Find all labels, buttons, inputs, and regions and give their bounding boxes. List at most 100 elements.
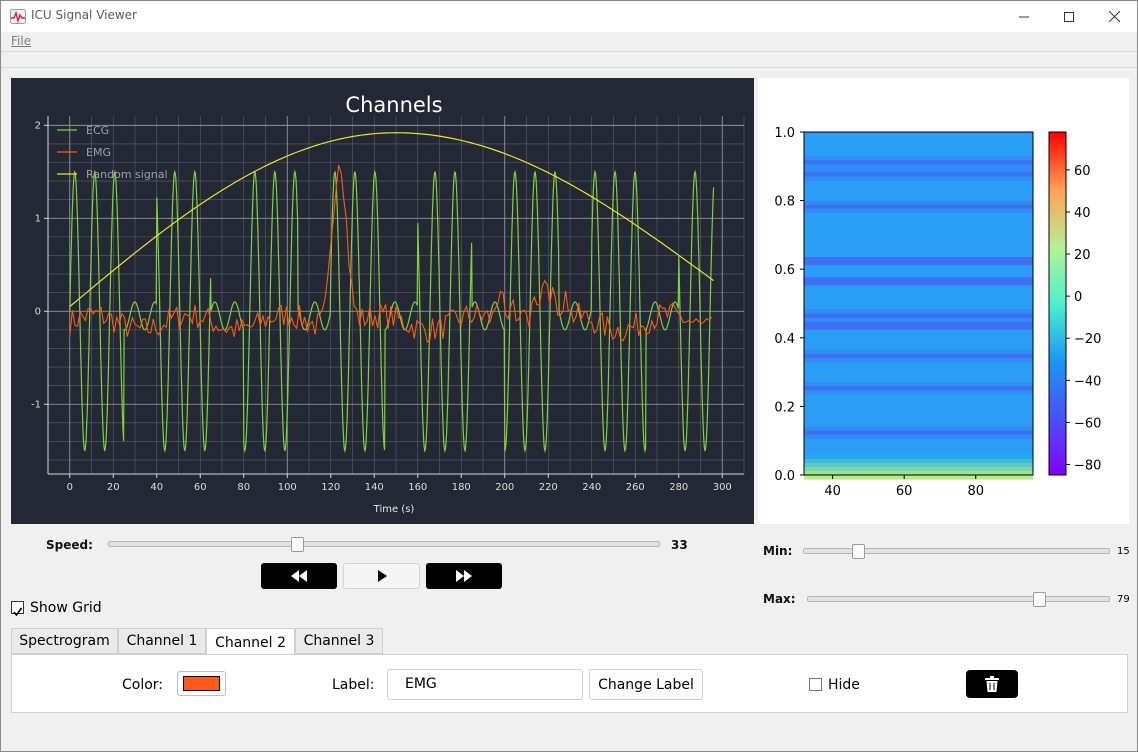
menu-file[interactable]: File (11, 34, 31, 48)
spectrogram-row (804, 321, 1033, 327)
spectrogram-row (804, 394, 1033, 399)
x-tick-label: 300 (713, 482, 732, 493)
speed-slider-fill (109, 542, 296, 546)
menu-bar: File (1, 32, 1137, 51)
speed-slider-handle[interactable] (291, 537, 305, 552)
spectrogram-row (804, 454, 1033, 460)
spectrogram-row (804, 224, 1033, 230)
x-tick-label: 260 (626, 482, 645, 493)
spectrogram-row (804, 434, 1033, 440)
hide-checkbox[interactable] (809, 678, 822, 691)
spectrogram-row (804, 374, 1033, 379)
spectrogram-y-tick-label: 1.0 (774, 126, 795, 141)
x-tick-label: 0 (67, 482, 73, 493)
show-grid-label: Show Grid (30, 600, 102, 616)
legend-label: ECG (86, 124, 109, 137)
spectrogram-row (804, 156, 1033, 161)
min-slider-handle[interactable] (852, 544, 866, 559)
y-tick-label: 1 (35, 213, 41, 224)
x-tick-label: 280 (669, 482, 688, 493)
spectrogram-row (804, 152, 1033, 157)
channels-plot-svg: Channels 0 20 40 60 80 100 120 140 160 180 200 220 2… (31, 93, 745, 515)
spectrogram-row (804, 200, 1033, 206)
tab-channel-1[interactable]: Channel 1 (118, 628, 206, 654)
color-picker-button[interactable] (177, 671, 226, 696)
x-tick-label: 100 (278, 482, 297, 493)
spectrogram-row (804, 458, 1033, 464)
spectrogram-row (804, 390, 1033, 395)
play-button[interactable] (343, 563, 420, 589)
speed-slider[interactable] (108, 541, 660, 547)
minimize-button[interactable] (1001, 1, 1047, 32)
spectrogram-row (804, 204, 1033, 210)
legend-label: EMG (86, 146, 111, 159)
max-label: Max: (763, 592, 796, 606)
rewind-icon (291, 570, 307, 582)
spectrogram-row (804, 136, 1033, 141)
spectrogram-row (804, 212, 1033, 218)
spectrogram-row (804, 378, 1033, 383)
color-swatch (183, 676, 220, 691)
spectrogram-y-tick-label: 0.0 (774, 469, 795, 484)
spectrogram-row (804, 438, 1033, 444)
colorbar-tick-label: 40 (1074, 206, 1091, 221)
hide-label: Hide (828, 677, 860, 693)
spectrogram-row (804, 370, 1033, 375)
spectrogram-row (804, 232, 1033, 238)
toolbar-divider (1, 51, 1137, 52)
spectrogram-row (804, 285, 1033, 290)
tab-spectrogram[interactable]: Spectrogram (11, 628, 118, 654)
heartbeat-icon (10, 9, 26, 24)
speed-value: 33 (671, 538, 688, 552)
max-slider-handle[interactable] (1033, 592, 1047, 607)
spectrogram-row (804, 184, 1033, 190)
series-emg-line (69, 165, 713, 343)
x-tick-label: 160 (408, 482, 427, 493)
maximize-button[interactable] (1046, 1, 1092, 32)
spectrogram-row (804, 244, 1033, 250)
spectrogram-svg: 0.0 0.2 0.4 0.6 0.8 1.0 40 60 80 60 40 20 0 −20 −40 −… (774, 126, 1101, 499)
tab-channel-2[interactable]: Channel 2 (206, 628, 295, 656)
maximize-icon (1064, 11, 1074, 22)
x-tick-label: 220 (539, 482, 558, 493)
spectrogram-row (804, 273, 1033, 278)
max-slider[interactable] (807, 596, 1110, 602)
spectrogram-row (804, 196, 1033, 202)
spectrogram-row (804, 341, 1033, 347)
fast-forward-button[interactable] (426, 563, 502, 589)
close-icon (1108, 11, 1120, 22)
channels-plot[interactable]: Channels 0 20 40 60 80 100 120 140 160 180 200 220 2… (11, 78, 754, 524)
show-grid-checkbox[interactable] (11, 601, 24, 617)
spectrogram-heatmap (804, 132, 1033, 480)
color-label: Color: (122, 677, 164, 693)
min-label: Min: (763, 544, 793, 558)
max-slider-fill (808, 597, 1043, 601)
spectrogram-row (804, 269, 1033, 274)
spectrogram-x-tick-label: 60 (896, 484, 913, 499)
y-tick-label: 0 (35, 306, 41, 317)
min-slider[interactable] (803, 548, 1110, 554)
spectrogram-row (804, 293, 1033, 299)
spectrogram-row (804, 228, 1033, 234)
close-button[interactable] (1091, 1, 1137, 32)
delete-channel-button[interactable] (966, 670, 1018, 698)
spectrogram-panel[interactable]: 0.0 0.2 0.4 0.6 0.8 1.0 40 60 80 60 40 20 0 −20 −40 −… (758, 78, 1129, 524)
checkmark-icon (13, 607, 23, 617)
tab-channel-3[interactable]: Channel 3 (295, 628, 383, 654)
x-tick-label: 20 (107, 482, 120, 493)
change-label-button[interactable]: Change Label (589, 669, 703, 700)
colorbar-tick-label: 0 (1074, 290, 1082, 305)
spectrogram-row (804, 442, 1033, 448)
spectrogram-row (804, 410, 1033, 416)
spectrogram-row (804, 450, 1033, 456)
spectrogram-row (804, 357, 1033, 363)
y-tick-label: 2 (35, 120, 41, 131)
spectrogram-row (804, 430, 1033, 436)
label-input[interactable]: EMG (387, 669, 583, 700)
spectrogram-row (804, 265, 1033, 270)
legend-label: Random signal (86, 168, 168, 181)
spectrogram-row (804, 236, 1033, 242)
rewind-button[interactable] (261, 563, 337, 589)
spectrogram-row (804, 313, 1033, 319)
spectrogram-row (804, 475, 1033, 480)
